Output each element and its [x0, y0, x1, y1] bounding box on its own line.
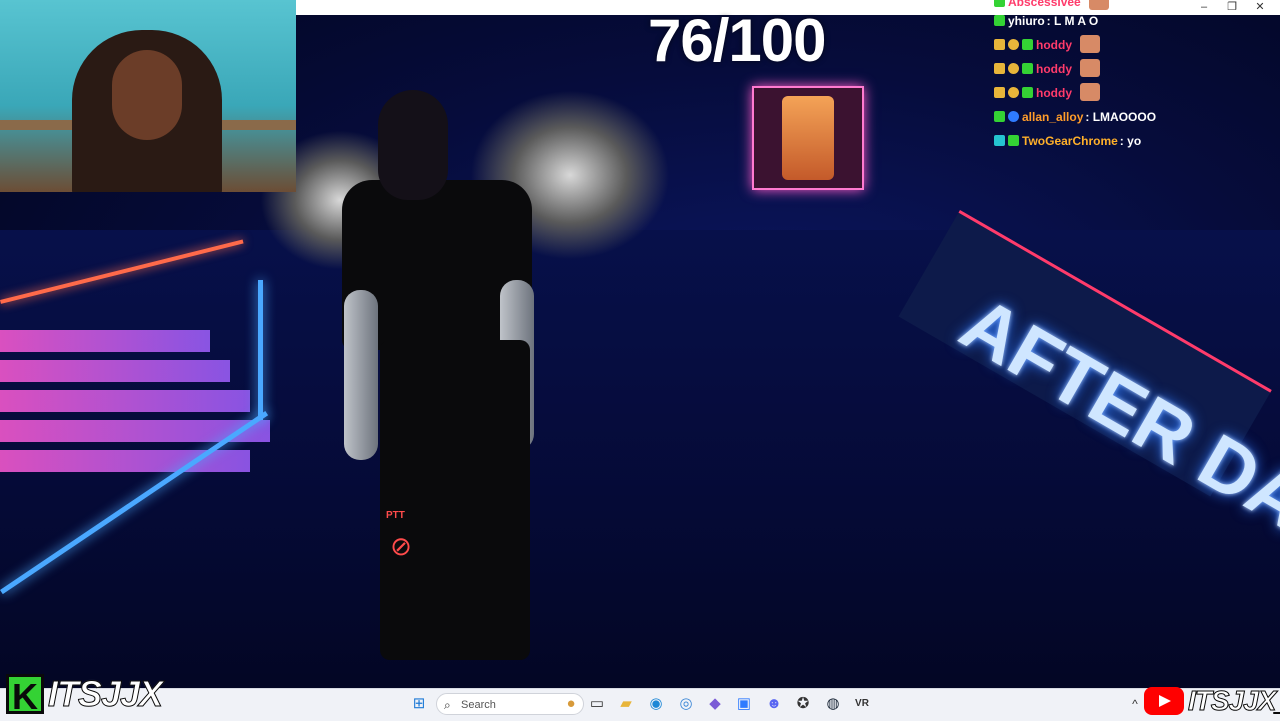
chat-line: allan_alloy: LMAOOOO — [994, 107, 1156, 127]
streamer-face — [112, 50, 182, 140]
grid-icon — [994, 135, 1005, 146]
app-icon[interactable]: ◆ — [704, 694, 726, 714]
windows-taskbar — [0, 688, 1280, 721]
discord-icon[interactable]: ☻ — [763, 694, 785, 714]
poster-art — [782, 96, 834, 180]
anime-poster — [752, 86, 864, 190]
diamond-icon — [1022, 39, 1033, 50]
vr-icon[interactable]: VR — [851, 694, 873, 714]
muted-mic-icon: ⊘ — [388, 528, 414, 564]
youtube-logo-icon — [1144, 687, 1184, 715]
webcam-overlay — [0, 0, 296, 192]
task-view-icon[interactable]: ▭ — [586, 694, 608, 714]
chat-line: hoddy — [994, 35, 1100, 55]
globe-icon — [1008, 111, 1019, 122]
tray-chevron-icon[interactable]: ^ — [1124, 694, 1146, 714]
emote-icon — [1080, 83, 1100, 101]
windows-start-icon[interactable]: ⊞ — [408, 694, 430, 714]
player-avatar — [320, 70, 560, 670]
crown-icon — [994, 39, 1005, 50]
diamond-icon — [1022, 63, 1033, 74]
chat-overlay: Abscessivee yhiuro: L M A O hoddy hoddy … — [994, 0, 1280, 160]
diamond-icon — [994, 0, 1005, 7]
diamond-icon — [994, 111, 1005, 122]
chrome-icon[interactable]: ◎ — [675, 694, 697, 714]
avatar-head — [378, 90, 448, 200]
avatar-legs — [380, 340, 530, 660]
app2-icon[interactable]: ✪ — [792, 694, 814, 714]
ptt-label: PTT — [386, 510, 405, 521]
search-placeholder: Search — [461, 699, 496, 711]
star-icon — [1008, 63, 1019, 74]
progress-counter: 76/100 — [648, 6, 826, 75]
avatar-left-arm — [344, 290, 378, 460]
emote-icon — [1089, 0, 1109, 10]
crown-icon — [994, 63, 1005, 74]
chat-line: yhiuro: L M A O — [994, 11, 1098, 31]
chat-line: TwoGearChrome: yo — [994, 131, 1141, 151]
right-channel-name: ITSJJX_ — [1188, 685, 1280, 717]
star-icon — [1008, 87, 1019, 98]
left-channel-name: ITSJJX — [48, 673, 162, 715]
left-channel-logo: K ITSJJX — [6, 672, 162, 716]
diamond-icon — [1008, 135, 1019, 146]
crown-icon — [994, 87, 1005, 98]
file-explorer-icon[interactable]: ▰ — [615, 694, 637, 714]
youtube-channel-badge: ITSJJX_ — [1144, 684, 1280, 718]
steam-icon[interactable]: ◍ — [822, 694, 844, 714]
kick-logo-icon: K — [6, 674, 44, 714]
star-icon — [1008, 39, 1019, 50]
emote-icon — [1080, 35, 1100, 53]
diamond-icon — [994, 15, 1005, 26]
diamond-icon — [1022, 87, 1033, 98]
edge-icon[interactable]: ◉ — [645, 694, 667, 714]
store-icon[interactable]: ▣ — [733, 694, 755, 714]
chat-line: hoddy — [994, 59, 1100, 79]
widget-icon[interactable]: ● — [560, 694, 582, 714]
search-icon: ⌕ — [444, 694, 451, 716]
emote-icon — [1080, 59, 1100, 77]
neon-strip — [258, 280, 263, 420]
chat-line: hoddy — [994, 83, 1100, 103]
